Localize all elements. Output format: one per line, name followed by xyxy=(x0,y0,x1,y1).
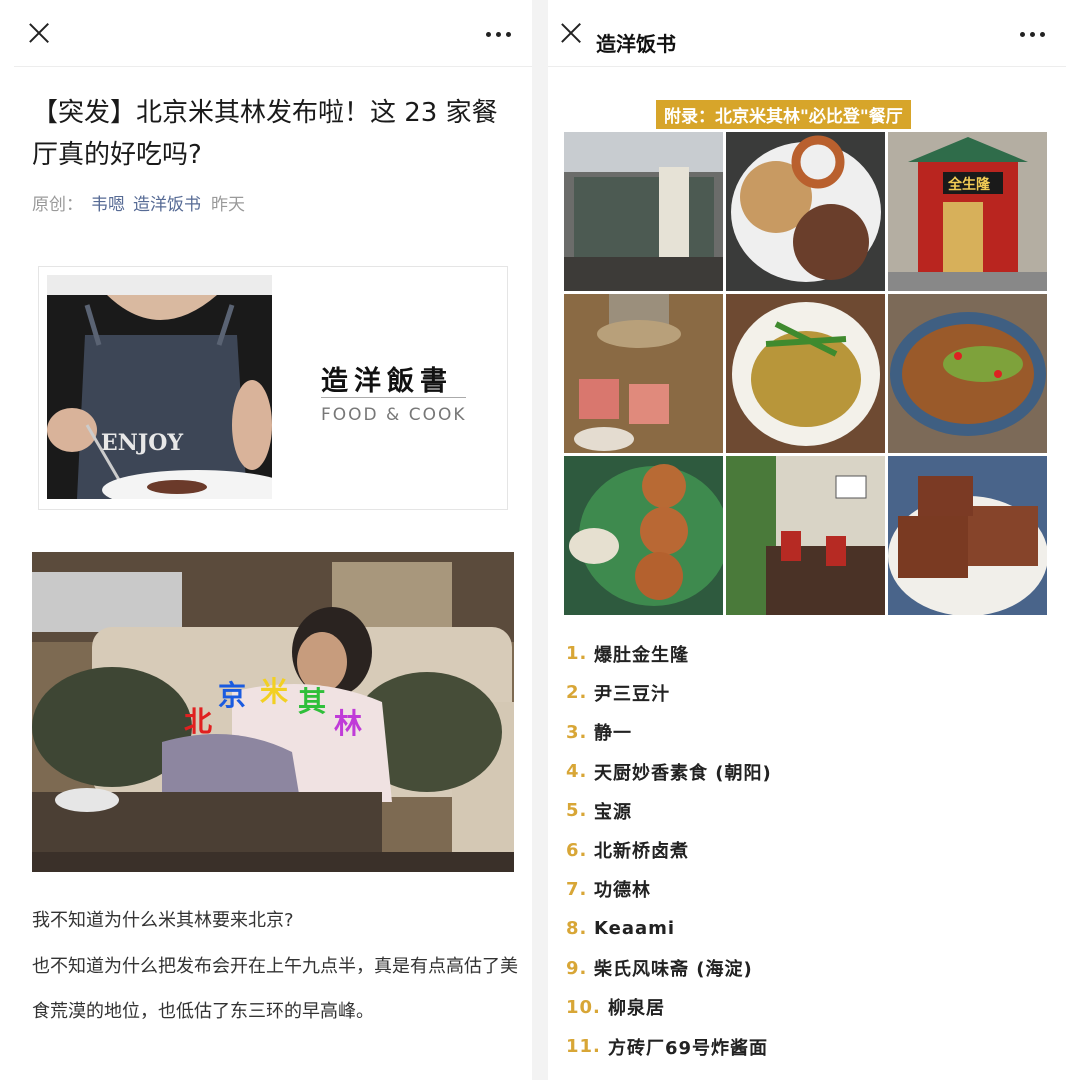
list-number: 9. xyxy=(566,957,588,979)
food-photo-9 xyxy=(888,456,1047,615)
meta-prefix: 原创： xyxy=(32,195,83,215)
article-panel-left: 【突发】北京米其林发布啦！这 23 家餐厅真的好吃吗? 原创： 韦嗯 造洋饭书 昨天 … xyxy=(14,0,532,1080)
list-item: 5. 宝源 xyxy=(566,791,772,830)
article-meta: 原创： 韦嗯 造洋饭书 昨天 xyxy=(32,190,245,215)
restaurant-name: 宝源 xyxy=(594,801,632,823)
list-item: 6. 北新桥卤煮 xyxy=(566,830,772,869)
list-item: 2. 尹三豆汁 xyxy=(566,673,772,712)
chef-photo: ENJOY xyxy=(47,275,272,499)
paragraph-2: 也不知道为什么把发布会开在上午九点半，真是有点高估了美食荒漠的地位，也低估了东三… xyxy=(32,956,518,1022)
panel-divider xyxy=(532,0,548,1080)
list-item: 8. Keaami xyxy=(566,909,772,948)
list-item: 4. 天厨妙香素食 (朝阳) xyxy=(566,752,772,791)
restaurant-photo-8 xyxy=(726,456,885,615)
list-item: 10. 柳泉居 xyxy=(566,988,772,1027)
restaurant-name: 功德林 xyxy=(594,880,651,902)
restaurant-list: 1. 爆肚金生隆 2. 尹三豆汁 3. 静一 4. 天厨妙香素食 (朝阳) 5. 宝源 6… xyxy=(566,634,772,1066)
list-item: 9. 柴氏风味斋 (海淀) xyxy=(566,948,772,987)
appendix-label: 附录：北京米其林"必比登"餐厅 xyxy=(656,100,911,129)
overlay-char-5: 林 xyxy=(334,707,363,740)
header-title: 造洋饭书 xyxy=(596,32,676,56)
food-photo-7 xyxy=(564,456,723,615)
list-number: 2. xyxy=(566,682,588,704)
food-photo-5 xyxy=(726,294,885,453)
close-icon[interactable] xyxy=(26,20,52,46)
restaurant-name: 爆肚金生隆 xyxy=(594,644,689,666)
list-number: 7. xyxy=(566,878,588,900)
brand-name-cn: 造洋飯書 xyxy=(321,366,453,397)
apron-text: ENJOY xyxy=(101,430,183,456)
publish-time: 昨天 xyxy=(211,195,245,215)
paragraph-1: 我不知道为什么米其林要来北京? xyxy=(32,910,294,931)
close-icon[interactable] xyxy=(558,20,584,46)
list-number: 6. xyxy=(566,839,588,861)
restaurant-name: Keaami xyxy=(594,918,676,940)
overlay-char-1: 北 xyxy=(184,705,213,738)
list-number: 11. xyxy=(566,1036,601,1058)
brand-banner: ENJOY 造洋飯書 FOOD & COOK xyxy=(38,266,508,510)
author-link[interactable]: 韦嗯 xyxy=(91,195,125,215)
food-photo-6 xyxy=(888,294,1047,453)
top-bar xyxy=(14,0,532,67)
list-item: 7. 功德林 xyxy=(566,870,772,909)
restaurant-name: 方砖厂69号炸酱面 xyxy=(608,1037,769,1059)
list-number: 4. xyxy=(566,761,588,783)
movie-still-image: 北 京 米 其 林 xyxy=(32,552,514,872)
brand-name-en: FOOD & COOK xyxy=(321,405,467,425)
more-icon[interactable] xyxy=(1020,32,1046,38)
food-photo-2 xyxy=(726,132,885,291)
list-number: 1. xyxy=(566,643,588,665)
list-item: 1. 爆肚金生隆 xyxy=(566,634,772,673)
restaurant-sign: 全生隆 xyxy=(948,177,990,193)
list-number: 3. xyxy=(566,721,588,743)
overlay-char-4: 其 xyxy=(298,685,327,718)
food-photo-grid: 全生隆 xyxy=(564,132,1048,615)
more-icon[interactable] xyxy=(486,32,512,38)
restaurant-photo-3: 全生隆 xyxy=(888,132,1047,291)
article-title: 【突发】北京米其林发布啦！这 23 家餐厅真的好吃吗? xyxy=(32,98,498,170)
restaurant-name: 柳泉居 xyxy=(608,998,665,1020)
list-item: 3. 静一 xyxy=(566,713,772,752)
list-item: 11. 方砖厂69号炸酱面 xyxy=(566,1027,772,1066)
restaurant-name: 静一 xyxy=(594,723,632,745)
restaurant-name: 北新桥卤煮 xyxy=(594,841,689,863)
restaurant-photo-1 xyxy=(564,132,723,291)
article-panel-right: 造洋饭书 附录：北京米其林"必比登"餐厅 全生隆 1. 爆肚金生隆 2. 尹三豆… xyxy=(548,0,1066,1080)
restaurant-name: 天厨妙香素食 (朝阳) xyxy=(594,762,772,784)
list-number: 5. xyxy=(566,800,588,822)
list-number: 10. xyxy=(566,996,601,1018)
top-bar: 造洋饭书 xyxy=(548,0,1066,67)
account-link[interactable]: 造洋饭书 xyxy=(133,195,201,215)
brand-divider xyxy=(321,397,466,398)
restaurant-name: 柴氏风味斋 (海淀) xyxy=(594,959,753,981)
food-photo-4 xyxy=(564,294,723,453)
list-number: 8. xyxy=(566,918,588,940)
overlay-char-3: 米 xyxy=(260,675,289,708)
restaurant-name: 尹三豆汁 xyxy=(594,683,670,705)
overlay-char-2: 京 xyxy=(218,679,247,712)
